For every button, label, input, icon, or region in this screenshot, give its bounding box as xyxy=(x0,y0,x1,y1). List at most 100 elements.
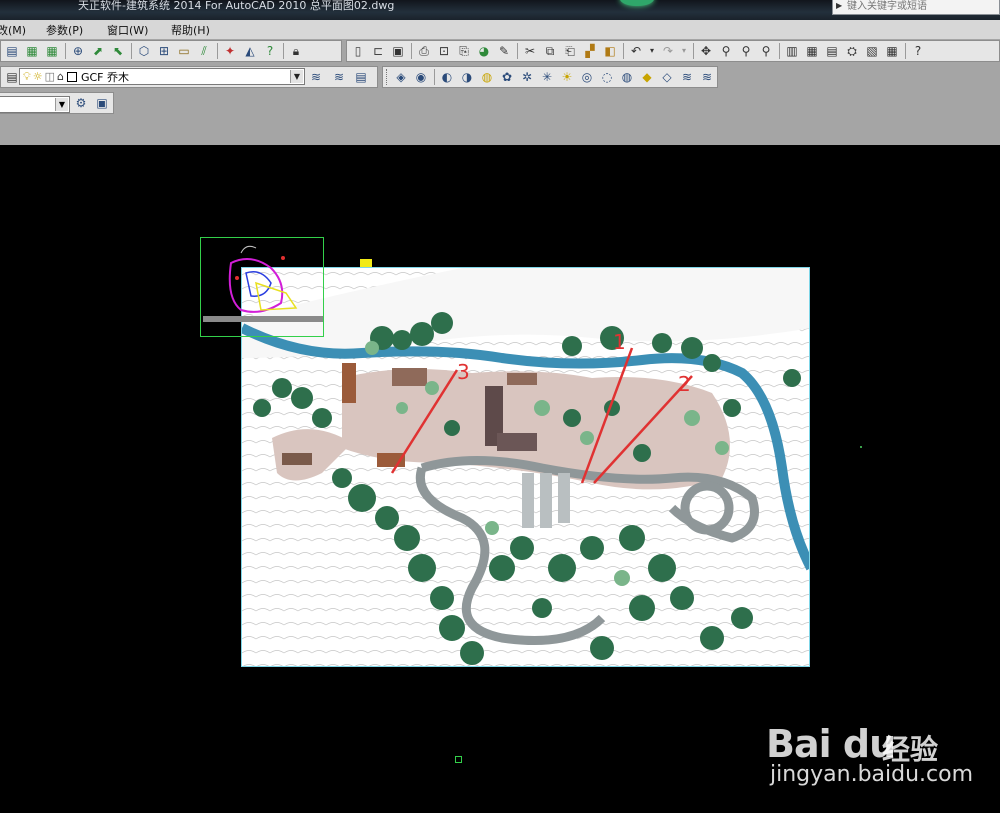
viewport-frame[interactable] xyxy=(200,237,324,337)
layer-match-icon[interactable]: ◈ xyxy=(393,69,409,85)
watermark-brand: Bai du xyxy=(766,722,896,766)
site-plan-drawing xyxy=(242,268,809,666)
menu-parameter[interactable]: 参数(P) xyxy=(46,22,83,38)
export-icon[interactable]: ⬈ xyxy=(90,43,106,59)
watermark-url: jingyan.baidu.com xyxy=(770,762,974,787)
layer-unisolate-icon[interactable]: ◑ xyxy=(459,69,475,85)
toolbar-layers: ▤ 💡︎ ☼ ◫ ⌂ GCF 乔木 ▼ ≋ ≋ ▤ xyxy=(0,66,378,88)
style-settings-icon[interactable]: ⚙ xyxy=(73,95,89,111)
menu-bar: 改(M) 参数(P) 窗口(W) 帮助(H) xyxy=(0,20,1000,40)
viewport-thumbnail xyxy=(203,245,323,322)
grip-marker[interactable] xyxy=(360,259,372,267)
help-icon[interactable]: ? xyxy=(262,43,278,59)
help-icon-2[interactable]: ? xyxy=(910,43,926,59)
cut-icon[interactable]: ✂ xyxy=(522,43,538,59)
layer-unlock-icon[interactable]: ⌂ xyxy=(57,70,64,83)
3d-dwf-icon[interactable]: ◕ xyxy=(476,43,492,59)
grid-icon[interactable]: ▦ xyxy=(24,43,40,59)
layer-freeze-icon[interactable]: ✲ xyxy=(519,69,535,85)
toolbar-layers-2: ◈ ◉ ◐ ◑ ◍ ✿ ✲ ✳ ☀ ◎ ◌ ◍ ◆ ◇ ≋ ≋ xyxy=(382,66,718,88)
tool-palettes-icon[interactable]: ▤ xyxy=(824,43,840,59)
layer-dropdown-caret-icon[interactable]: ▼ xyxy=(290,70,303,83)
search-input[interactable] xyxy=(847,0,997,13)
sheet-set-icon[interactable]: ⛭ xyxy=(844,43,860,59)
toolbar-tangent: ▤ ▦ ▦ ⊕ ⬈ ⬉ ⬡ ⊞ ▭ ⫽ ✦ ◭ ? 🔒︎ xyxy=(0,40,342,62)
import-icon[interactable]: ⬉ xyxy=(110,43,126,59)
select-similar-icon[interactable]: ⬡ xyxy=(136,43,152,59)
toolbar-standard: ▯ ⊏ ▣ ⎙ ⊡ ⎘ ◕ ✎ ✂ ⧉ ⎗ ▞ ◧ ↶ ▾ ↷ ▾ ✥ ⚲ ⚲ … xyxy=(346,40,1000,62)
zoom-previous-icon[interactable]: ⚲ xyxy=(758,43,774,59)
annotation-label-1: 1 xyxy=(613,330,626,354)
toolbar-area: ▤ ▦ ▦ ⊕ ⬈ ⬉ ⬡ ⊞ ▭ ⫽ ✦ ◭ ? 🔒︎ ▯ ⊏ ▣ ⎙ ⊡ ⎘… xyxy=(0,39,1000,145)
layer-thaw-icon[interactable]: ☼ xyxy=(33,70,43,83)
paste-icon[interactable]: ⎗ xyxy=(562,43,578,59)
layer-manager-icon[interactable]: ▤ xyxy=(4,43,20,59)
etransmit-icon[interactable]: ✎ xyxy=(496,43,512,59)
object-tree-icon[interactable]: ⊞ xyxy=(156,43,172,59)
layer-states-icon[interactable]: ▤ xyxy=(353,69,369,85)
layer-on-icon[interactable]: 💡︎ xyxy=(23,70,31,84)
redo-dropdown-icon[interactable]: ▾ xyxy=(680,43,688,59)
make-current-layer-icon[interactable]: ≋ xyxy=(308,69,324,85)
layer-color-swatch xyxy=(66,71,77,82)
zoom-find-icon[interactable]: ⊕ xyxy=(70,43,86,59)
search-expand-icon[interactable]: ▶ xyxy=(836,1,842,10)
menu-help[interactable]: 帮助(H) xyxy=(171,22,210,38)
undo-dropdown-icon[interactable]: ▾ xyxy=(648,43,656,59)
search-box[interactable]: ▶ xyxy=(832,0,1000,15)
origin-point-marker[interactable] xyxy=(455,756,462,763)
layer-merge-icon[interactable]: ◍ xyxy=(619,69,635,85)
save-icon[interactable]: ▣ xyxy=(390,43,406,59)
publish-icon[interactable]: ◭ xyxy=(242,43,258,59)
layer-dropdown[interactable]: 💡︎ ☼ ◫ ⌂ GCF 乔木 ▼ xyxy=(19,68,305,85)
zoom-realtime-icon[interactable]: ⚲ xyxy=(718,43,734,59)
pan-icon[interactable]: ✥ xyxy=(698,43,714,59)
properties-icon[interactable]: ▥ xyxy=(784,43,800,59)
menu-modify[interactable]: 改(M) xyxy=(0,22,26,38)
pointer-icon[interactable]: ✦ xyxy=(222,43,238,59)
layer-vp-icon[interactable]: ◫ xyxy=(45,70,55,83)
site-plan-image[interactable]: 3 1 2 xyxy=(241,267,810,667)
table-icon[interactable]: ▦ xyxy=(44,43,60,59)
undo-icon[interactable]: ↶ xyxy=(628,43,644,59)
ruler-icon[interactable]: ▭ xyxy=(176,43,192,59)
match-properties-icon[interactable]: ▞ xyxy=(582,43,598,59)
menu-window[interactable]: 窗口(W) xyxy=(107,22,148,38)
calculator-icon[interactable]: ▦ xyxy=(884,43,900,59)
layer-lock-icon[interactable]: ◎ xyxy=(579,69,595,85)
zoom-window-icon[interactable]: ⚲ xyxy=(738,43,754,59)
design-center-icon[interactable]: ▦ xyxy=(804,43,820,59)
layer-stack-2-icon[interactable]: ≋ xyxy=(699,69,715,85)
open-file-icon[interactable]: ⊏ xyxy=(370,43,386,59)
layer-thaw-all-icon[interactable]: ☀ xyxy=(559,69,575,85)
redo-icon[interactable]: ↷ xyxy=(660,43,676,59)
style-manager-icon[interactable]: ▣ xyxy=(94,95,110,111)
snap-point-marker xyxy=(860,446,862,448)
lock-icon[interactable]: 🔒︎ xyxy=(288,43,304,59)
block-editor-icon[interactable]: ◧ xyxy=(602,43,618,59)
plot-icon[interactable]: ⎘ xyxy=(456,43,472,59)
new-file-icon[interactable]: ▯ xyxy=(350,43,366,59)
toolbar-styles: ▼ ⚙ ▣ xyxy=(0,92,114,114)
markup-icon[interactable]: ▧ xyxy=(864,43,880,59)
print-icon[interactable]: ⎙ xyxy=(416,43,432,59)
print-preview-icon[interactable]: ⊡ xyxy=(436,43,452,59)
layer-isolate-icon[interactable]: ◐ xyxy=(439,69,455,85)
layer-stack-icon[interactable]: ≋ xyxy=(679,69,695,85)
style-dropdown-caret-icon[interactable]: ▼ xyxy=(55,98,68,111)
layer-properties-icon[interactable]: ▤ xyxy=(4,69,20,85)
measure-icon[interactable]: ⫽ xyxy=(196,43,212,59)
layer-unlock-all-icon[interactable]: ◌ xyxy=(599,69,615,85)
layer-previous-icon[interactable]: ≋ xyxy=(331,69,347,85)
annotation-label-3: 3 xyxy=(457,360,470,384)
layer-walk-icon[interactable]: ✿ xyxy=(499,69,515,85)
layer-off-icon[interactable]: ◍ xyxy=(479,69,495,85)
window-title: 天正软件-建筑系统 2014 For AutoCAD 2010 总平面图02.d… xyxy=(78,0,395,12)
layer-copy-icon[interactable]: ◆ xyxy=(639,69,655,85)
copy-icon[interactable]: ⧉ xyxy=(542,43,558,59)
info-center-icon[interactable] xyxy=(620,0,654,6)
layer-delete-icon[interactable]: ◇ xyxy=(659,69,675,85)
layer-freeze-vp-icon[interactable]: ✳ xyxy=(539,69,555,85)
layer-change-icon[interactable]: ◉ xyxy=(413,69,429,85)
style-dropdown[interactable]: ▼ xyxy=(0,96,70,113)
